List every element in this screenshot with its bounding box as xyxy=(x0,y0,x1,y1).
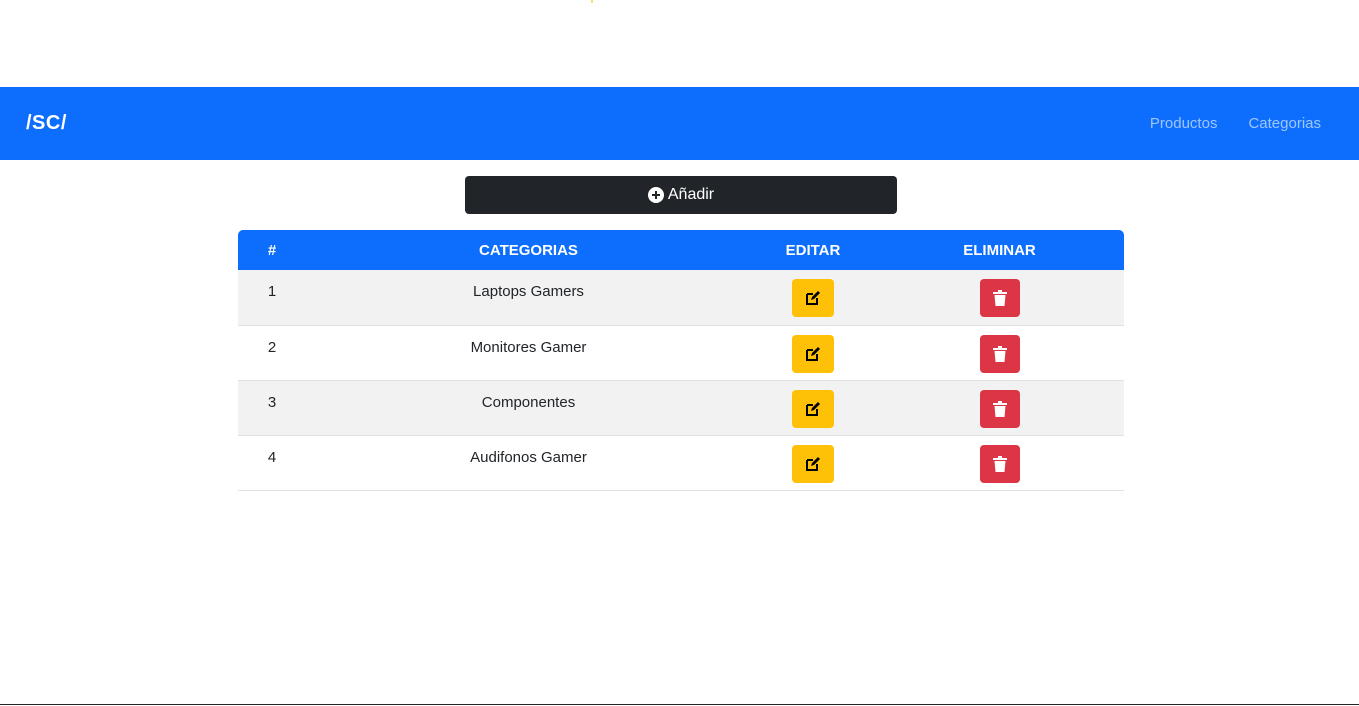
edit-icon xyxy=(806,456,820,471)
delete-button[interactable] xyxy=(979,389,1020,428)
main-content: Añadir # CATEGORIAS EDITAR ELIMINAR 1 La… xyxy=(0,160,1359,705)
row-category: Laptops Gamers xyxy=(306,270,751,326)
table-row: 2 Monitores Gamer xyxy=(238,325,1124,381)
add-button-label: Añadir xyxy=(667,186,715,203)
header-editar: EDITAR xyxy=(751,230,875,270)
header-eliminar: ELIMINAR xyxy=(875,230,1124,270)
edit-cell xyxy=(751,380,875,436)
navbar: /SC/ Productos Categorias xyxy=(0,87,1359,160)
row-number: 1 xyxy=(238,270,306,326)
row-category: Monitores Gamer xyxy=(306,325,751,381)
trash-icon xyxy=(992,400,1007,417)
delete-button[interactable] xyxy=(979,334,1020,373)
trash-icon xyxy=(992,290,1007,306)
categories-table: # CATEGORIAS EDITAR ELIMINAR 1 Laptops G… xyxy=(238,230,1124,491)
edit-cell xyxy=(751,325,875,381)
brand-logo[interactable]: /SC/ xyxy=(26,112,67,135)
edit-cell xyxy=(751,435,875,491)
table-row: 1 Laptops Gamers xyxy=(238,270,1124,326)
categories-table-wrap: # CATEGORIAS EDITAR ELIMINAR 1 Laptops G… xyxy=(238,230,1124,491)
plus-circle-icon xyxy=(647,187,664,203)
row-category: Componentes xyxy=(306,380,751,436)
row-number: 4 xyxy=(238,435,306,491)
trash-icon xyxy=(992,455,1007,472)
bottom-divider xyxy=(0,704,1359,705)
delete-button[interactable] xyxy=(979,444,1020,483)
row-number: 3 xyxy=(238,380,306,436)
edit-button[interactable] xyxy=(792,279,834,317)
stray-mark xyxy=(591,0,593,3)
nav-links: Productos Categorias xyxy=(1150,115,1321,132)
edit-button[interactable] xyxy=(792,334,834,373)
table-header-row: # CATEGORIAS EDITAR ELIMINAR xyxy=(238,230,1124,270)
row-number: 2 xyxy=(238,325,306,381)
nav-link-categorias[interactable]: Categorias xyxy=(1248,115,1321,132)
trash-icon xyxy=(992,345,1007,362)
table-row: 3 Componentes xyxy=(238,380,1124,436)
edit-button[interactable] xyxy=(792,389,834,428)
edit-icon xyxy=(806,346,820,361)
table-row: 4 Audifonos Gamer xyxy=(238,435,1124,491)
header-categorias: CATEGORIAS xyxy=(306,230,751,270)
edit-cell xyxy=(751,270,875,326)
delete-cell xyxy=(875,325,1124,381)
nav-link-productos[interactable]: Productos xyxy=(1150,115,1218,132)
add-button[interactable]: Añadir xyxy=(465,176,897,214)
delete-cell xyxy=(875,435,1124,491)
delete-cell xyxy=(875,270,1124,326)
delete-button[interactable] xyxy=(979,279,1020,317)
edit-button[interactable] xyxy=(792,444,834,483)
row-category: Audifonos Gamer xyxy=(306,435,751,491)
edit-icon xyxy=(806,291,820,305)
delete-cell xyxy=(875,380,1124,436)
header-number: # xyxy=(238,230,306,270)
edit-icon xyxy=(806,401,820,416)
top-space xyxy=(0,0,1359,87)
